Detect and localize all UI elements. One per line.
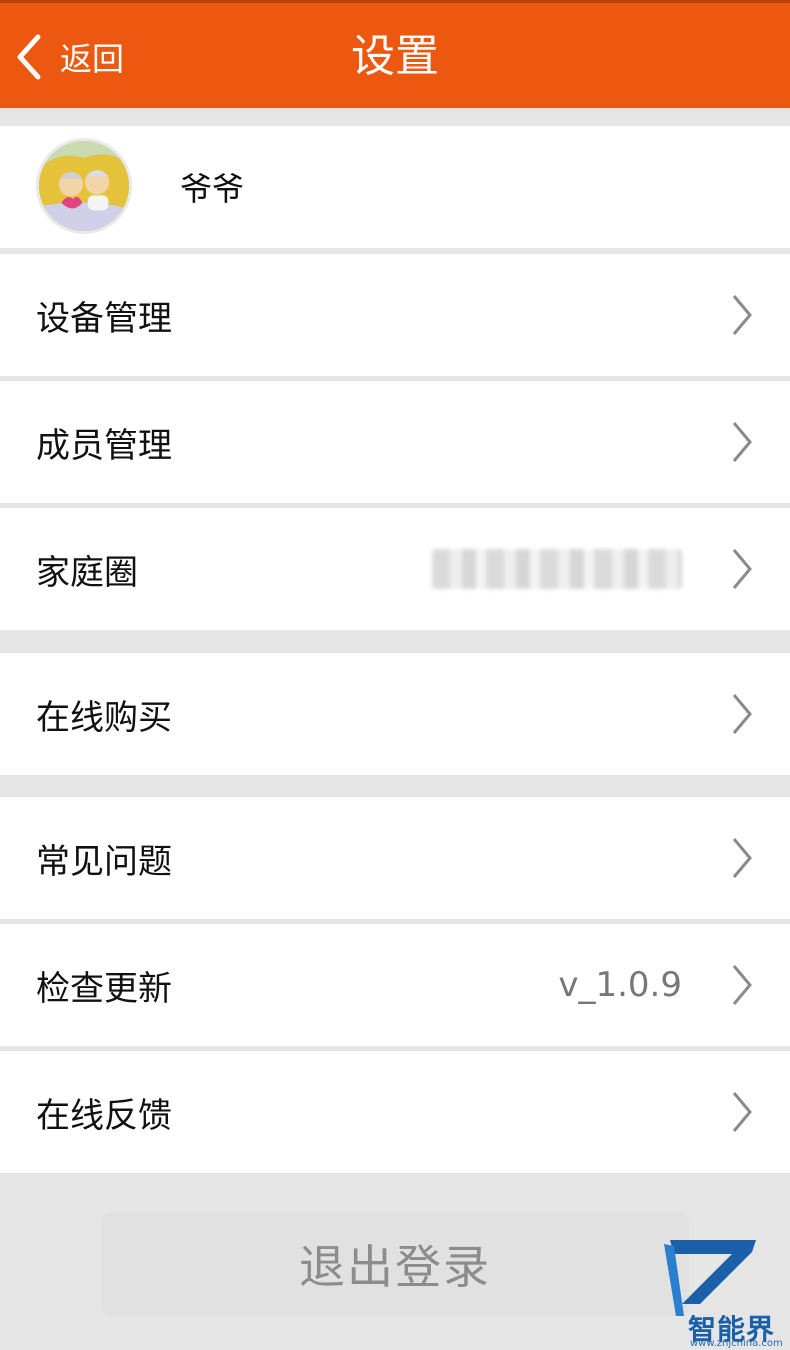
logout-button[interactable]: 退出登录 [101, 1212, 689, 1316]
back-button[interactable]: 返回 [14, 27, 124, 87]
chevron-right-icon [730, 692, 754, 736]
settings-screen: 返回 设置 爷爷 设备管理 成员管理 家庭圈 在线购买 常见问题 检查更新 v_… [0, 0, 790, 1350]
menu-item-check-update[interactable]: 检查更新 v_1.0.9 [0, 924, 790, 1046]
menu-item-feedback[interactable]: 在线反馈 [0, 1051, 790, 1173]
chevron-right-icon [730, 547, 754, 591]
profile-row[interactable]: 爷爷 [0, 126, 790, 248]
avatar[interactable] [36, 138, 132, 234]
header-bar: 返回 设置 [0, 0, 790, 108]
menu-label: 在线反馈 [36, 1095, 172, 1136]
avatar-image [39, 141, 129, 231]
menu-label: 家庭圈 [36, 552, 138, 593]
menu-label: 成员管理 [36, 425, 172, 466]
menu-item-device-management[interactable]: 设备管理 [0, 254, 790, 376]
chevron-right-icon [730, 1090, 754, 1134]
version-value: v_1.0.9 [558, 965, 682, 1005]
chevron-right-icon [730, 963, 754, 1007]
logout-label: 退出登录 [299, 1240, 491, 1294]
chevron-right-icon [730, 293, 754, 337]
watermark-logo: 智能界 www.znjchina.com [654, 1234, 790, 1350]
blurred-value [432, 549, 682, 589]
menu-label: 在线购买 [36, 697, 172, 738]
menu-item-faq[interactable]: 常见问题 [0, 797, 790, 919]
menu-label: 常见问题 [36, 841, 172, 882]
menu-item-member-management[interactable]: 成员管理 [0, 381, 790, 503]
chevron-right-icon [730, 420, 754, 464]
chevron-left-icon [17, 34, 41, 80]
profile-name: 爷爷 [180, 170, 245, 208]
menu-label: 检查更新 [36, 968, 172, 1009]
menu-label: 设备管理 [36, 298, 172, 339]
watermark-url: www.znjchina.com [690, 1338, 783, 1349]
menu-item-family-circle[interactable]: 家庭圈 [0, 508, 790, 630]
menu-item-buy-online[interactable]: 在线购买 [0, 653, 790, 775]
chevron-right-icon [730, 836, 754, 880]
back-label: 返回 [60, 40, 125, 78]
